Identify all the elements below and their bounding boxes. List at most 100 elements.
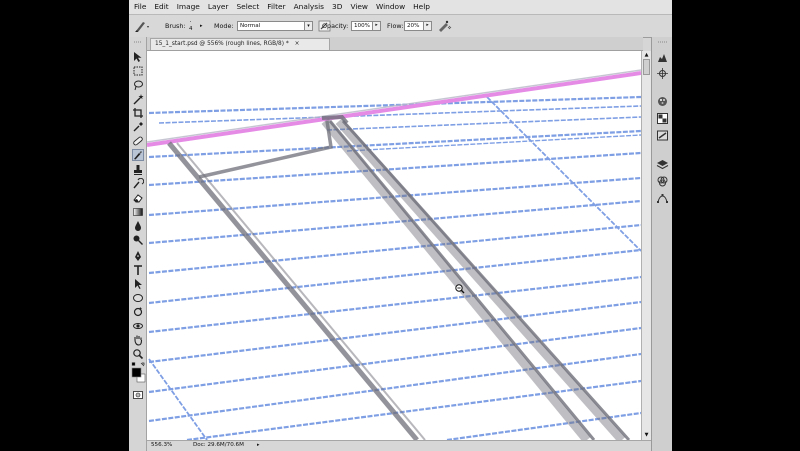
zoom-tool[interactable]	[132, 348, 144, 360]
magic-wand-icon	[133, 94, 144, 105]
magnifier-icon	[133, 349, 144, 360]
menu-view[interactable]: View	[346, 0, 372, 14]
tools-panel	[129, 37, 147, 451]
menu-analysis[interactable]: Analysis	[290, 0, 328, 14]
scroll-down-icon[interactable]: ▼	[643, 432, 650, 439]
3d-orbit-tool[interactable]	[132, 320, 144, 332]
ellipse-shape-icon	[133, 294, 143, 302]
scroll-thumb[interactable]	[643, 59, 650, 75]
document-info: Doc: 29.6M/70.6M	[193, 442, 244, 448]
menu-filter[interactable]: Filter	[263, 0, 289, 14]
crosshair-icon	[657, 68, 668, 79]
menu-file[interactable]: File	[129, 0, 150, 14]
gradient-icon	[133, 208, 143, 216]
menu-help[interactable]: Help	[409, 0, 434, 14]
quick-selection-tool[interactable]	[132, 93, 144, 105]
quick-mask-button[interactable]	[132, 389, 144, 401]
brush-icon	[135, 22, 149, 32]
top-edge-shadow	[147, 69, 641, 143]
clone-stamp-tool[interactable]	[132, 164, 144, 176]
eraser-icon	[133, 194, 143, 203]
3d-orbit-icon	[133, 323, 143, 329]
panel-grip-icon	[658, 41, 667, 43]
hand-tool[interactable]	[132, 334, 144, 346]
dodge-tool[interactable]	[132, 234, 144, 246]
chevron-right-icon[interactable]: ▸	[372, 21, 381, 31]
gradient-tool[interactable]	[132, 206, 144, 218]
history-brush-icon	[133, 178, 144, 189]
menu-edit[interactable]: Edit	[150, 0, 172, 14]
document-canvas[interactable]	[147, 51, 641, 440]
path-selection-tool[interactable]	[132, 278, 144, 290]
channels-panel-button[interactable]	[656, 175, 669, 188]
chevron-right-icon[interactable]: ▸	[423, 21, 432, 31]
brush-icon	[134, 151, 142, 160]
marquee-icon	[133, 66, 143, 76]
color-swatch-icon	[131, 362, 146, 383]
airbrush-toggle[interactable]	[435, 18, 452, 34]
scroll-up-icon[interactable]: ▲	[643, 52, 650, 59]
opacity-label: Opacity:	[322, 22, 349, 30]
crop-icon	[133, 108, 143, 118]
chevron-down-icon[interactable]: ▸	[200, 15, 203, 37]
eraser-tool[interactable]	[132, 192, 144, 204]
swatches-panel-button[interactable]	[656, 112, 669, 125]
lasso-icon	[134, 80, 143, 91]
history-brush-tool[interactable]	[132, 178, 144, 190]
document-tab[interactable]: 15_1_start.psd @ 556% (rough lines, RGB/…	[150, 38, 330, 50]
vertical-scrollbar[interactable]: ▲ ▼	[641, 51, 651, 440]
menu-select[interactable]: Select	[232, 0, 263, 14]
flow-label: Flow:	[387, 22, 404, 30]
tool-preset-picker[interactable]	[133, 18, 150, 34]
chevron-down-icon[interactable]: ▾	[304, 21, 313, 31]
brush-tool[interactable]	[132, 149, 144, 161]
menu-layer[interactable]: Layer	[204, 0, 233, 14]
brush-preview[interactable]: · 4	[189, 15, 192, 37]
type-tool[interactable]	[132, 264, 144, 276]
flow-field[interactable]: 20%	[404, 21, 424, 31]
close-icon[interactable]: ×	[295, 41, 300, 47]
channels-icon	[657, 176, 668, 187]
chevron-right-icon[interactable]: ▸	[257, 442, 260, 448]
opacity-field[interactable]: 100%	[351, 21, 373, 31]
menu-window[interactable]: Window	[372, 0, 409, 14]
hand-icon	[134, 335, 143, 346]
paths-panel-button[interactable]	[656, 192, 669, 205]
eyedropper-icon	[133, 122, 143, 132]
sketch-canvas[interactable]	[147, 51, 641, 440]
menu-bar: File Edit Image Layer Select Filter Anal…	[129, 0, 672, 15]
3d-rotate-icon	[133, 307, 143, 317]
eyedropper-tool[interactable]	[132, 121, 144, 133]
color-palette-icon	[658, 97, 667, 106]
lasso-tool[interactable]	[132, 79, 144, 91]
crop-tool[interactable]	[132, 107, 144, 119]
paths-icon	[657, 194, 668, 203]
dodge-icon	[133, 235, 143, 245]
move-tool[interactable]	[132, 51, 144, 63]
swatches-icon	[657, 113, 668, 124]
path-selection-icon	[135, 279, 142, 289]
info-panel-button[interactable]	[656, 67, 669, 80]
panel-dock	[651, 37, 672, 451]
shape-tool[interactable]	[132, 292, 144, 304]
zoom-level[interactable]: 556.3%	[151, 442, 172, 448]
styles-icon	[657, 130, 668, 141]
layers-panel-button[interactable]	[656, 158, 669, 171]
photoshop-window: File Edit Image Layer Select Filter Anal…	[129, 0, 672, 451]
mode-select[interactable]: Normal	[237, 21, 313, 31]
move-icon	[134, 52, 142, 62]
menu-image[interactable]: Image	[173, 0, 204, 14]
blur-tool[interactable]	[132, 220, 144, 232]
navigator-panel-button[interactable]	[656, 51, 669, 64]
healing-brush-tool[interactable]	[132, 135, 144, 147]
styles-panel-button[interactable]	[656, 129, 669, 142]
brush-size-value: 4	[189, 26, 193, 32]
color-panel-button[interactable]	[656, 95, 669, 108]
3d-rotate-tool[interactable]	[132, 306, 144, 318]
modified-marker: *	[285, 41, 289, 47]
pen-tool[interactable]	[132, 250, 144, 262]
color-swatches[interactable]	[131, 362, 146, 384]
menu-3d[interactable]: 3D	[328, 0, 346, 14]
bandage-icon	[133, 136, 143, 146]
marquee-tool[interactable]	[132, 65, 144, 77]
